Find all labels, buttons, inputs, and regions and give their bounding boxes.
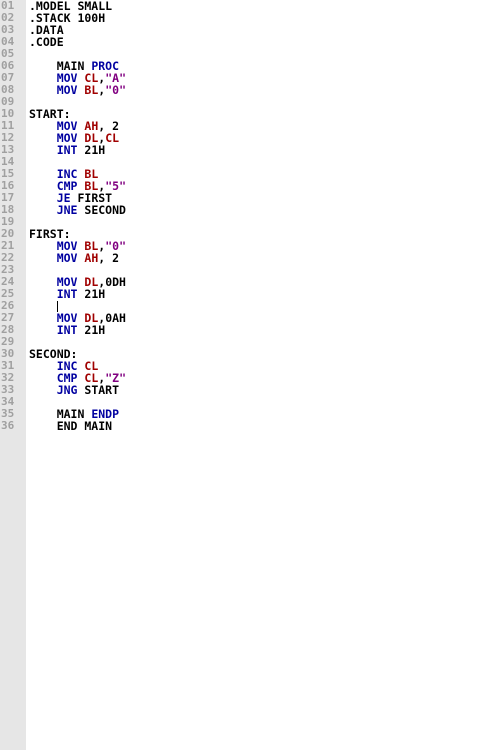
code-token-plain: 21H — [77, 287, 106, 301]
code-line[interactable] — [29, 156, 503, 168]
code-token-register: BL — [84, 83, 99, 97]
code-token-keyword: MOV — [56, 251, 78, 265]
code-token-keyword: INT — [56, 143, 78, 157]
code-token-plain: .CODE — [29, 35, 64, 49]
code-line[interactable]: INT 21H — [29, 324, 503, 336]
code-token-string: "0" — [105, 83, 126, 97]
code-token-register: AH — [84, 251, 99, 265]
code-token-plain: SECOND — [77, 203, 126, 217]
code-line[interactable]: .CODE — [29, 36, 503, 48]
code-line[interactable]: SECOND: — [29, 348, 503, 360]
code-line[interactable]: JNG START — [29, 384, 503, 396]
line-number-gutter: 01 02 03 04 05 06 07 08 09 10 11 12 13 14 15 16 17 18 19 20… — [0, 0, 26, 750]
code-line[interactable]: INT 21H — [29, 288, 503, 300]
code-line[interactable]: JNE SECOND — [29, 204, 503, 216]
code-token-keyword: INT — [56, 287, 78, 301]
code-line[interactable]: MOV AH, 2 — [29, 252, 503, 264]
code-line[interactable]: .DATA — [29, 24, 503, 36]
code-line[interactable] — [29, 336, 503, 348]
code-token-keyword: MOV — [56, 83, 78, 97]
code-token-plain: 21H — [77, 323, 106, 337]
code-token-register: CL — [105, 131, 120, 145]
code-token-plain: END MAIN — [29, 419, 113, 433]
code-token-keyword: JNG — [56, 383, 78, 397]
code-token-plain: START — [77, 383, 120, 397]
code-line[interactable]: INT 21H — [29, 144, 503, 156]
code-line[interactable]: MOV BL,"0" — [29, 84, 503, 96]
code-line[interactable]: END MAIN — [29, 420, 503, 432]
code-token-keyword: JNE — [56, 203, 78, 217]
code-editor[interactable]: 01 02 03 04 05 06 07 08 09 10 11 12 13 14 15 16 17 18 19 20… — [0, 0, 503, 750]
code-token-plain: , 2 — [98, 251, 120, 265]
code-line[interactable]: .STACK 100H — [29, 12, 503, 24]
line-number: 36 — [1, 419, 15, 432]
code-token-plain: 21H — [77, 143, 106, 157]
code-text-area[interactable]: .MODEL SMALL .STACK 100H .DATA .CODE MAIN P… — [26, 0, 503, 750]
code-token-keyword: INT — [56, 323, 78, 337]
code-line[interactable] — [29, 216, 503, 228]
code-line[interactable] — [29, 96, 503, 108]
